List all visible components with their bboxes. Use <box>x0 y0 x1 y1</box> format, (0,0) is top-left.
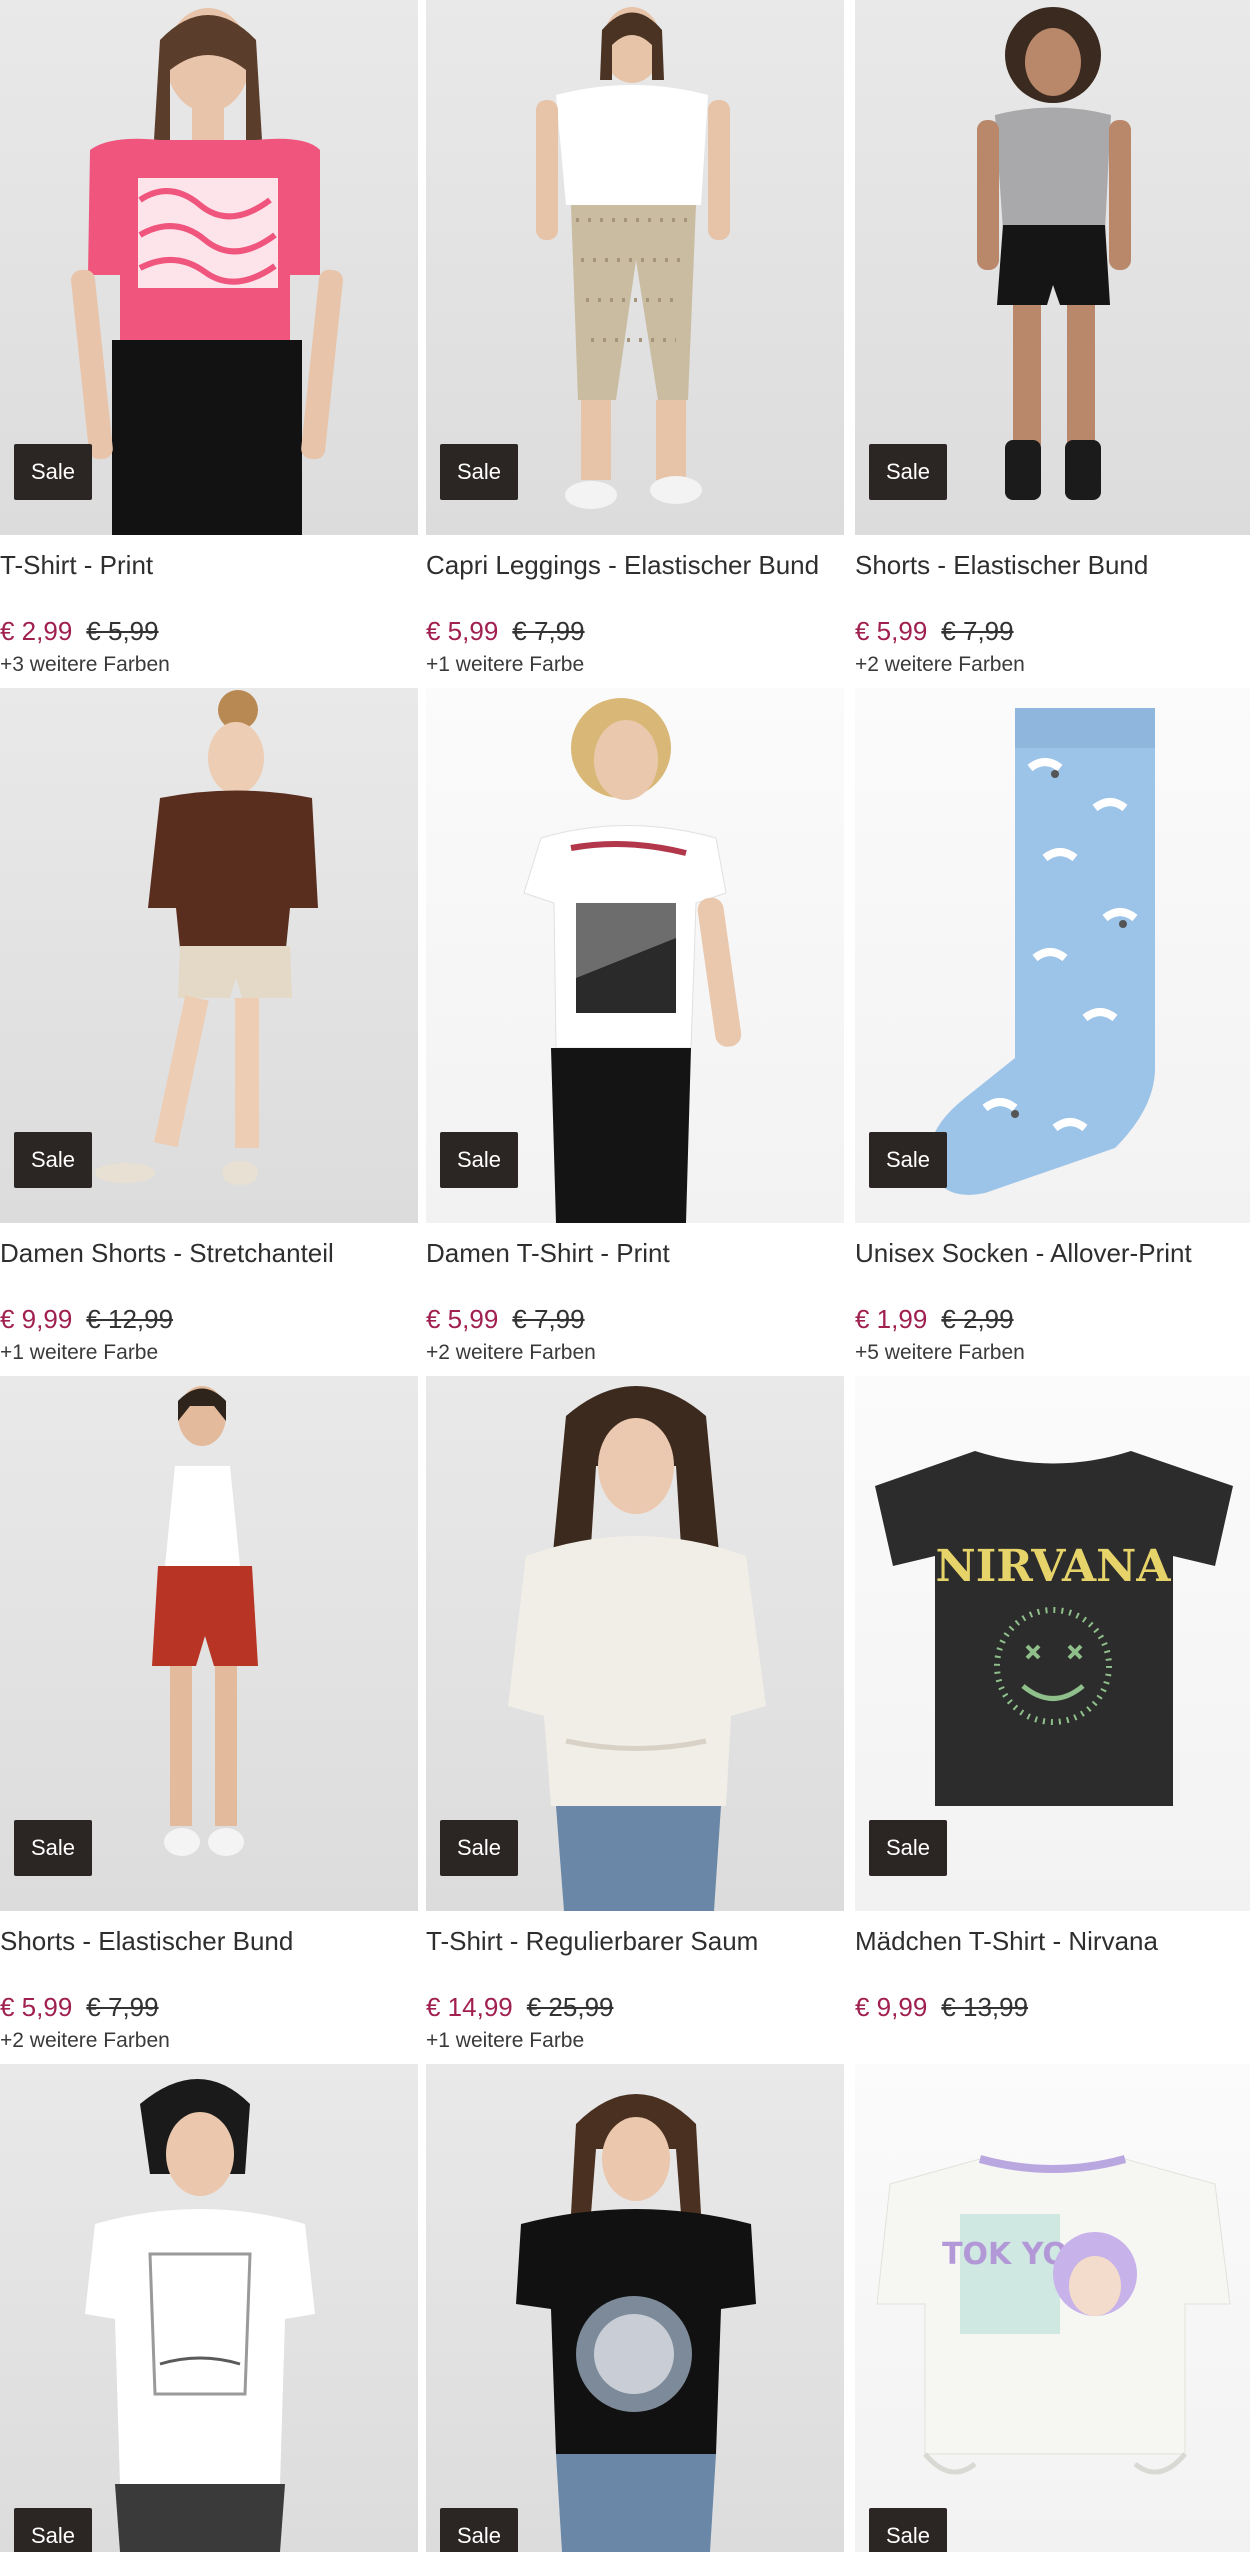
more-colors[interactable]: +1 weitere Farbe <box>0 1338 418 1368</box>
product-card[interactable]: Sale Damen T-Shirt - Print € 5,99 € 7,99 … <box>426 688 844 1368</box>
sale-price: € 9,99 <box>0 1304 73 1334</box>
product-card[interactable]: Sale Unisex Socken - Allover-Print € 1,9… <box>855 688 1250 1368</box>
product-card[interactable]: NIRVANA Sale Mädchen T-Shirt - Nirvana €… <box>855 1376 1250 2026</box>
product-photo <box>85 2079 315 2552</box>
original-price: € 25,99 <box>526 1992 614 2022</box>
sale-price: € 5,99 <box>426 616 499 646</box>
more-colors[interactable]: +5 weitere Farben <box>855 1338 1250 1368</box>
product-card[interactable]: TOK YO Sale <box>855 2064 1250 2552</box>
original-price: € 7,99 <box>512 616 585 646</box>
more-colors[interactable]: +1 weitere Farbe <box>426 650 844 680</box>
product-title[interactable]: Shorts - Elastischer Bund <box>855 545 1250 585</box>
more-colors[interactable]: +2 weitere Farben <box>426 1338 844 1368</box>
product-price: € 9,99 € 12,99 <box>0 1302 418 1336</box>
product-price: € 1,99 € 2,99 <box>855 1302 1250 1336</box>
product-card[interactable]: Sale <box>0 2064 418 2552</box>
product-grid: Sale T-Shirt - Print € 2,99 € 5,99 +3 wei… <box>0 0 1250 2552</box>
product-card[interactable]: Sale T-Shirt - Regulierbarer Saum € 14,9… <box>426 1376 844 2056</box>
product-title[interactable]: Unisex Socken - Allover-Print <box>855 1233 1250 1273</box>
sale-price: € 5,99 <box>426 1304 499 1334</box>
product-price: € 14,99 € 25,99 <box>426 1990 844 2024</box>
sale-price: € 1,99 <box>855 1304 928 1334</box>
product-title[interactable]: Capri Leggings - Elastischer Bund <box>426 545 844 585</box>
product-image[interactable]: Sale <box>426 2064 844 2552</box>
product-image[interactable]: Sale <box>0 0 418 535</box>
sale-badge: Sale <box>14 2508 92 2552</box>
product-price: € 9,99 € 13,99 <box>855 1990 1250 2024</box>
sale-price: € 2,99 <box>0 616 73 646</box>
original-price: € 7,99 <box>512 1304 585 1334</box>
sale-badge: Sale <box>440 1132 518 1188</box>
more-colors[interactable]: +3 weitere Farben <box>0 650 418 680</box>
more-colors[interactable]: +1 weitere Farbe <box>426 2026 844 2056</box>
sale-badge: Sale <box>14 1132 92 1188</box>
product-card[interactable]: Sale Capri Leggings - Elastischer Bund €… <box>426 0 844 680</box>
product-image[interactable]: TOK YO Sale <box>855 2064 1250 2552</box>
sale-badge: Sale <box>869 2508 947 2552</box>
sale-price: € 5,99 <box>0 1992 73 2022</box>
more-colors[interactable]: +2 weitere Farben <box>855 650 1250 680</box>
product-image[interactable]: Sale <box>855 688 1250 1223</box>
product-price: € 5,99 € 7,99 <box>426 1302 844 1336</box>
tokyo-print-text: TOK YO <box>942 2237 1068 2272</box>
sale-badge: Sale <box>440 2508 518 2552</box>
product-image[interactable]: Sale <box>855 0 1250 535</box>
product-image[interactable]: Sale <box>0 2064 418 2552</box>
original-price: € 5,99 <box>86 616 159 646</box>
product-image[interactable]: Sale <box>0 1376 418 1911</box>
product-price: € 5,99 € 7,99 <box>0 1990 418 2024</box>
sale-badge: Sale <box>440 1820 518 1876</box>
product-photo: TOK YO <box>876 2155 1231 2475</box>
sale-badge: Sale <box>14 444 92 500</box>
product-card[interactable]: Sale <box>426 2064 844 2552</box>
sale-badge: Sale <box>869 444 947 500</box>
sale-badge: Sale <box>440 444 518 500</box>
original-price: € 13,99 <box>941 1992 1029 2022</box>
product-title[interactable]: T-Shirt - Print <box>0 545 418 585</box>
product-image[interactable]: Sale <box>426 0 844 535</box>
product-title[interactable]: Mädchen T-Shirt - Nirvana <box>855 1921 1250 1961</box>
sale-price: € 14,99 <box>426 1992 513 2022</box>
sale-badge: Sale <box>14 1820 92 1876</box>
product-price: € 2,99 € 5,99 <box>0 614 418 648</box>
product-card[interactable]: Sale Shorts - Elastischer Bund € 5,99 € 7… <box>855 0 1250 680</box>
nirvana-print-text: NIRVANA <box>935 1541 1171 1592</box>
product-image[interactable]: Sale <box>426 688 844 1223</box>
product-price: € 5,99 € 7,99 <box>855 614 1250 648</box>
product-image[interactable]: NIRVANA Sale <box>855 1376 1250 1911</box>
product-image[interactable]: Sale <box>0 688 418 1223</box>
original-price: € 12,99 <box>86 1304 174 1334</box>
original-price: € 7,99 <box>941 616 1014 646</box>
product-title[interactable]: Damen Shorts - Stretchanteil <box>0 1233 418 1273</box>
product-title[interactable]: T-Shirt - Regulierbarer Saum <box>426 1921 844 1961</box>
original-price: € 2,99 <box>941 1304 1014 1334</box>
original-price: € 7,99 <box>86 1992 159 2022</box>
more-colors[interactable]: +2 weitere Farben <box>0 2026 418 2056</box>
product-image[interactable]: Sale <box>426 1376 844 1911</box>
sale-badge: Sale <box>869 1132 947 1188</box>
sale-price: € 9,99 <box>855 1992 928 2022</box>
sale-badge: Sale <box>869 1820 947 1876</box>
product-photo <box>516 2094 756 2552</box>
product-price: € 5,99 € 7,99 <box>426 614 844 648</box>
product-card[interactable]: Sale T-Shirt - Print € 2,99 € 5,99 +3 wei… <box>0 0 418 680</box>
product-card[interactable]: Sale Shorts - Elastischer Bund € 5,99 € 7… <box>0 1376 418 2056</box>
product-card[interactable]: Sale Damen Shorts - Stretchanteil € 9,99… <box>0 688 418 1368</box>
product-title[interactable]: Shorts - Elastischer Bund <box>0 1921 418 1961</box>
sale-price: € 5,99 <box>855 616 928 646</box>
product-title[interactable]: Damen T-Shirt - Print <box>426 1233 844 1273</box>
